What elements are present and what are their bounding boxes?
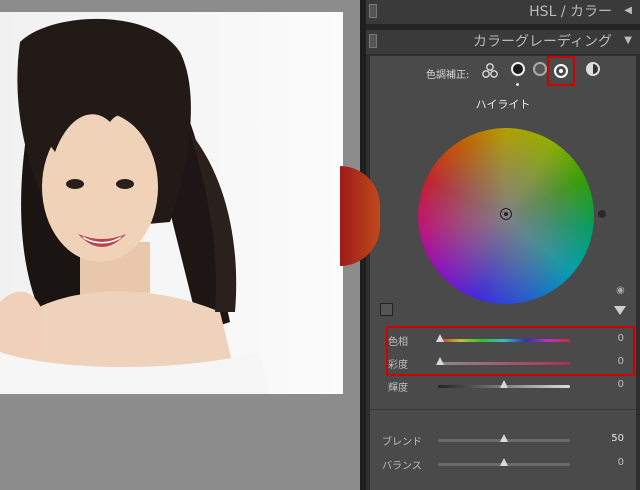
highlight-box-mode xyxy=(547,56,575,86)
expand-arrow-icon[interactable]: ▼ xyxy=(624,35,632,46)
luminance-slider-row[interactable]: 輝度 0 xyxy=(370,378,636,394)
balance-thumb[interactable] xyxy=(500,458,508,466)
wheel-title: ハイライト xyxy=(475,98,531,111)
adjacent-wheel-edge xyxy=(340,166,380,266)
eye-visibility-icon[interactable]: ◉ xyxy=(616,285,625,296)
blend-slider-row[interactable]: ブレンド 50 xyxy=(370,432,636,448)
wheel-edge-dot[interactable] xyxy=(598,210,606,218)
active-indicator-dot xyxy=(516,83,519,86)
color-grading-body: 色調補正: ハイライト ◉ 色相 0 彩度 0 輝度 0 ブレンド 50 バラン… xyxy=(340,56,636,490)
disclosure-triangle-icon[interactable] xyxy=(614,306,626,315)
balance-label: バランス xyxy=(382,461,422,472)
blend-label: ブレンド xyxy=(382,437,422,448)
portrait-photo xyxy=(0,12,343,394)
develop-panel: HSL / カラー ◀ カラーグレーディング ▼ 色調補正: ハイライト ◉ 色… xyxy=(340,0,640,490)
shadows-mode-icon[interactable] xyxy=(511,62,525,76)
luminance-label: 輝度 xyxy=(388,383,408,394)
balance-value[interactable]: 0 xyxy=(618,457,624,468)
section-divider xyxy=(370,409,636,410)
panel-toggle-switch[interactable] xyxy=(369,34,377,48)
global-mode-icon[interactable] xyxy=(586,62,600,76)
adjust-mode-label: 色調補正: xyxy=(426,70,470,81)
color-grading-header[interactable]: カラーグレーディング ▼ xyxy=(366,30,640,54)
blend-thumb[interactable] xyxy=(500,434,508,442)
blend-value[interactable]: 50 xyxy=(611,433,624,444)
balance-slider-row[interactable]: バランス 0 xyxy=(370,456,636,472)
panel-toggle-switch[interactable] xyxy=(369,4,377,18)
hsl-panel-title: HSL / カラー xyxy=(529,4,612,20)
luminance-value[interactable]: 0 xyxy=(618,379,624,390)
wheel-center-handle[interactable] xyxy=(500,208,512,220)
color-swatch-toggle[interactable] xyxy=(380,303,393,316)
luminance-thumb[interactable] xyxy=(500,380,508,388)
highlight-box-sliders xyxy=(386,326,635,376)
collapse-arrow-icon[interactable]: ◀ xyxy=(624,5,632,16)
color-grading-title: カラーグレーディング xyxy=(472,34,612,50)
photo-canvas xyxy=(0,0,360,490)
midtones-mode-icon[interactable] xyxy=(533,62,547,76)
three-way-view-icon[interactable] xyxy=(482,63,498,79)
hsl-panel-header[interactable]: HSL / カラー ◀ xyxy=(366,0,640,24)
